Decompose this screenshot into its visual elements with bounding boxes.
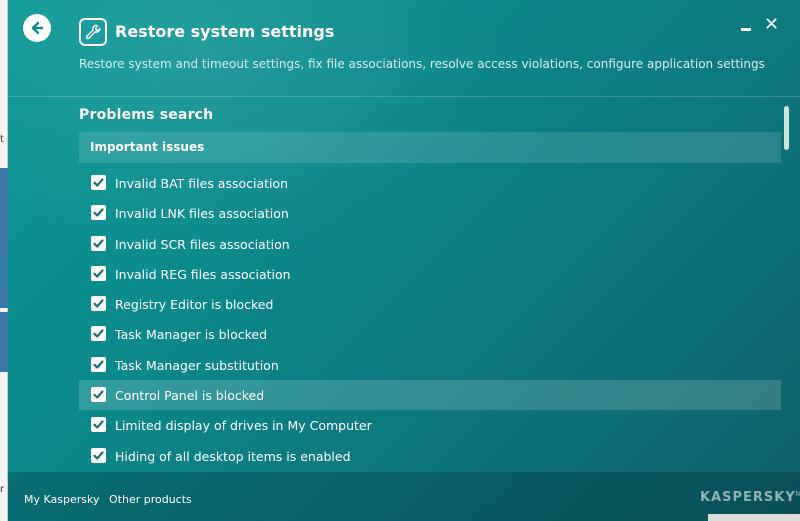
list-item-selected[interactable]: Control Panel is blocked xyxy=(79,380,781,411)
background-glyph: t xyxy=(0,134,4,145)
list-item-label: Limited display of drives in My Computer xyxy=(115,418,372,434)
checkmark-icon xyxy=(93,238,104,248)
checkmark-icon xyxy=(93,329,104,339)
other-products-link[interactable]: Other products xyxy=(109,493,192,506)
list-item-label: Registry Editor is blocked xyxy=(115,297,274,313)
checkbox[interactable] xyxy=(91,447,106,463)
checkbox[interactable] xyxy=(91,175,106,190)
checkbox[interactable] xyxy=(91,356,106,372)
checkbox[interactable] xyxy=(91,326,106,342)
kaspersky-logo-mark: lab xyxy=(795,490,800,498)
background-window-strip xyxy=(0,312,8,372)
list-item[interactable]: Task Manager is blocked xyxy=(79,319,781,349)
minimize-button[interactable] xyxy=(740,16,754,34)
issues-list: Invalid BAT files association Invalid LN… xyxy=(79,168,781,471)
checkbox[interactable] xyxy=(91,205,106,221)
checkmark-icon xyxy=(93,269,104,278)
checkmark-icon xyxy=(93,208,104,217)
scrollbar-thumb[interactable] xyxy=(784,106,789,150)
close-button[interactable]: ✕ xyxy=(764,16,779,34)
scrollbar-track[interactable] xyxy=(782,105,790,465)
group-header-label: Important issues xyxy=(90,140,205,154)
list-item[interactable]: Invalid REG files association xyxy=(79,259,781,289)
checkbox[interactable] xyxy=(91,235,106,251)
checkbox[interactable] xyxy=(91,387,106,403)
list-item[interactable]: Hiding of all desktop items is enabled xyxy=(79,441,781,471)
background-window-strip xyxy=(0,168,8,308)
screen: t r Restore system settings Restore syst… xyxy=(0,0,800,521)
list-item[interactable]: Limited display of drives in My Computer xyxy=(79,410,781,440)
back-button[interactable] xyxy=(23,14,51,42)
background-glyph: r xyxy=(0,484,5,495)
list-item[interactable]: Invalid BAT files association xyxy=(79,168,781,198)
wrench-icon xyxy=(79,18,107,46)
list-item-label: Task Manager is blocked xyxy=(115,327,268,343)
group-header: Important issues xyxy=(79,132,781,163)
window-header: Restore system settings Restore system a… xyxy=(8,0,800,97)
kaspersky-logo: KASPERSKYlab xyxy=(700,490,800,505)
list-item-label: Invalid SCR files association xyxy=(115,236,290,252)
background-window-corner xyxy=(708,514,800,521)
minimize-icon xyxy=(741,28,751,31)
restore-settings-window: Restore system settings Restore system a… xyxy=(8,0,800,521)
arrow-left-icon xyxy=(31,21,44,35)
window-title: Restore system settings xyxy=(115,22,335,41)
list-item-label: Invalid LNK files association xyxy=(115,206,289,222)
checkbox[interactable] xyxy=(91,417,106,433)
checkmark-icon xyxy=(93,390,104,399)
list-item[interactable]: Task Manager substitution xyxy=(79,350,781,380)
checkmark-icon xyxy=(93,178,104,187)
list-item-label: Invalid BAT files association xyxy=(115,176,289,191)
checkmark-icon xyxy=(93,420,104,429)
list-item-label: Invalid REG files association xyxy=(115,266,291,282)
my-kaspersky-link[interactable]: My Kaspersky xyxy=(24,493,99,506)
list-item-label: Task Manager substitution xyxy=(115,357,279,373)
list-item[interactable]: Invalid LNK files association xyxy=(79,198,781,228)
kaspersky-logo-text: KASPERSKY xyxy=(700,490,796,505)
section-title: Problems search xyxy=(79,107,214,123)
checkmark-icon xyxy=(93,451,104,460)
checkmark-icon xyxy=(93,299,104,308)
checkbox[interactable] xyxy=(91,296,106,312)
list-item[interactable]: Invalid SCR files association xyxy=(79,229,781,259)
list-item-label: Hiding of all desktop items is enabled xyxy=(115,448,351,464)
window-subtitle: Restore system and timeout settings, fix… xyxy=(79,57,765,71)
window-footer: My Kaspersky Other products KASPERSKYlab xyxy=(8,472,800,521)
background-window-edge: t r xyxy=(0,0,8,521)
checkmark-icon xyxy=(93,360,104,369)
list-item-label: Control Panel is blocked xyxy=(115,388,265,404)
checkbox[interactable] xyxy=(91,265,106,281)
list-item[interactable]: Registry Editor is blocked xyxy=(79,289,781,319)
